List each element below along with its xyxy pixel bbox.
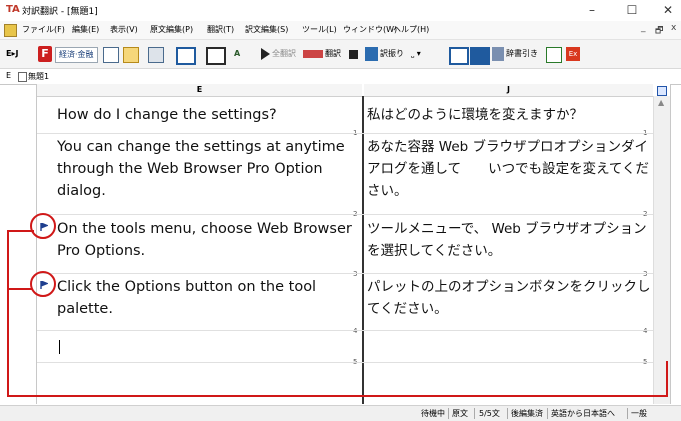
source-sentence[interactable]: On the tools menu, choose Web Browser Pr… [57,218,355,262]
target-sentence[interactable]: あなた容器 Web ブラウザプロオプションダイアログを通して いつでも設定を変え… [367,136,653,202]
status-state: 待機中 [421,409,445,418]
print-icon[interactable] [148,47,164,63]
blank-icon[interactable]: ⎵ ▾ [411,45,421,63]
highlight-circle [30,271,56,297]
text-caret [59,340,60,354]
layout-icon[interactable] [176,47,196,65]
menu-edit[interactable]: 編集(E) [72,24,99,35]
mdi-close-button[interactable]: x [671,23,676,33]
source-sentence[interactable]: How do I change the settings? [57,104,355,126]
retranslate-button[interactable]: 訳振り [380,45,404,63]
vertical-scrollbar[interactable]: ▲ [653,96,670,404]
stop-icon[interactable] [349,50,358,59]
minimize-button[interactable]: – [574,0,610,21]
app-window: TA 対訳翻訳 - [無題1] – ☐ ✕ ファイル(F) 編集(E) 表示(V… [0,0,681,421]
status-sentence-count: 5/5文 [479,409,500,418]
window-title: 対訳翻訳 - [無題1] [22,7,98,17]
tab-language-label: E [6,71,12,80]
document-menu-icon[interactable] [4,24,17,37]
maximize-button[interactable]: ☐ [614,0,650,21]
close-button[interactable]: ✕ [650,0,681,21]
menu-translate[interactable]: 翻訳(T) [207,24,234,35]
field-dropdown[interactable]: 経済·金融 [55,47,98,63]
direction-button[interactable]: E▸J [6,45,18,63]
toolbar: E▸J F 経済·金融 A 全翻訳 翻訳 訳振り ⎵ ▾ 辞書引き Ex [0,40,681,69]
sentence-row: On the tools menu, choose Web Browser Pr… [37,218,653,278]
column-header-target: J [364,84,653,97]
font-icon[interactable]: A [234,45,240,63]
menu-tools[interactable]: ツール(L) [302,24,337,35]
split-vertical-icon[interactable] [449,47,469,65]
menu-source-edit[interactable]: 原文編集(P) [150,24,193,35]
retranslate-icon [365,47,378,61]
menu-bar: ファイル(F) 編集(E) 表示(V) 原文編集(P) 翻訳(T) 訳文編集(S… [0,21,681,40]
dictionary-button[interactable]: 辞書引き [506,45,538,63]
tab-document[interactable]: 無題1 [28,71,49,82]
sentence-row: 5 5 [37,334,653,368]
split-horizontal-icon[interactable] [470,47,490,65]
status-bar: 待機中 原文 5/5文 後編集済 英語から日本語へ 一般 [0,405,681,421]
dictionary-icon [492,47,504,61]
translate-button[interactable]: 翻訳 [325,45,341,63]
play-icon[interactable] [261,48,270,60]
translate-all-button[interactable]: 全翻訳 [272,45,296,63]
title-bar: TA 対訳翻訳 - [無題1] – ☐ ✕ [0,0,681,22]
sentence-row: How do I change the settings? 私はどのように環境を… [37,98,653,137]
open-icon[interactable] [123,47,139,63]
scroll-up-icon[interactable]: ▲ [658,98,664,107]
mdi-restore-button[interactable]: 🗗 [655,23,663,39]
translation-editor: E J ▲ How do I change the settings? 私はどの… [36,84,671,404]
menu-target-edit[interactable]: 訳文編集(S) [245,24,288,35]
column-header-source: E [37,84,362,97]
document-tab-bar: E 無題1 [0,69,681,85]
exit-icon[interactable]: Ex [566,47,580,61]
menu-file[interactable]: ファイル(F) [22,24,65,35]
app-logo-icon: TA [6,4,20,15]
target-sentence[interactable]: 私はどのように環境を変えますか？ [367,104,653,126]
menu-view[interactable]: 表示(V) [110,24,138,35]
source-sentence[interactable]: Click the Options button on the tool pal… [57,276,355,320]
notes-icon[interactable] [546,47,562,63]
document-icon [18,72,27,82]
new-document-icon[interactable] [103,47,119,63]
status-language-direction: 英語から日本語へ [551,409,615,418]
pane-toggle-icon[interactable] [657,86,667,96]
status-field: 一般 [631,409,647,418]
mdi-minimize-button[interactable]: _ [641,23,646,33]
menu-help[interactable]: ヘルプ(H) [393,24,429,35]
source-sentence[interactable]: You can change the settings at anytime t… [57,136,355,202]
sentence-row: Click the Options button on the tool pal… [37,276,653,335]
target-sentence[interactable]: パレットの上のオプションボタンをクリックしてください。 [367,276,653,320]
menu-window[interactable]: ウィンドウ(W) [343,24,397,35]
f-button[interactable]: F [38,46,52,62]
sentence-row: You can change the settings at anytime t… [37,136,653,218]
columns-icon[interactable] [206,47,226,65]
highlight-circle [30,213,56,239]
status-pane: 原文 [452,409,468,418]
target-sentence[interactable]: ツールメニューで、 Web ブラウザオプションを選択してください。 [367,218,653,262]
translate-icon [303,50,323,58]
status-edit-state: 後編集済 [511,409,543,418]
